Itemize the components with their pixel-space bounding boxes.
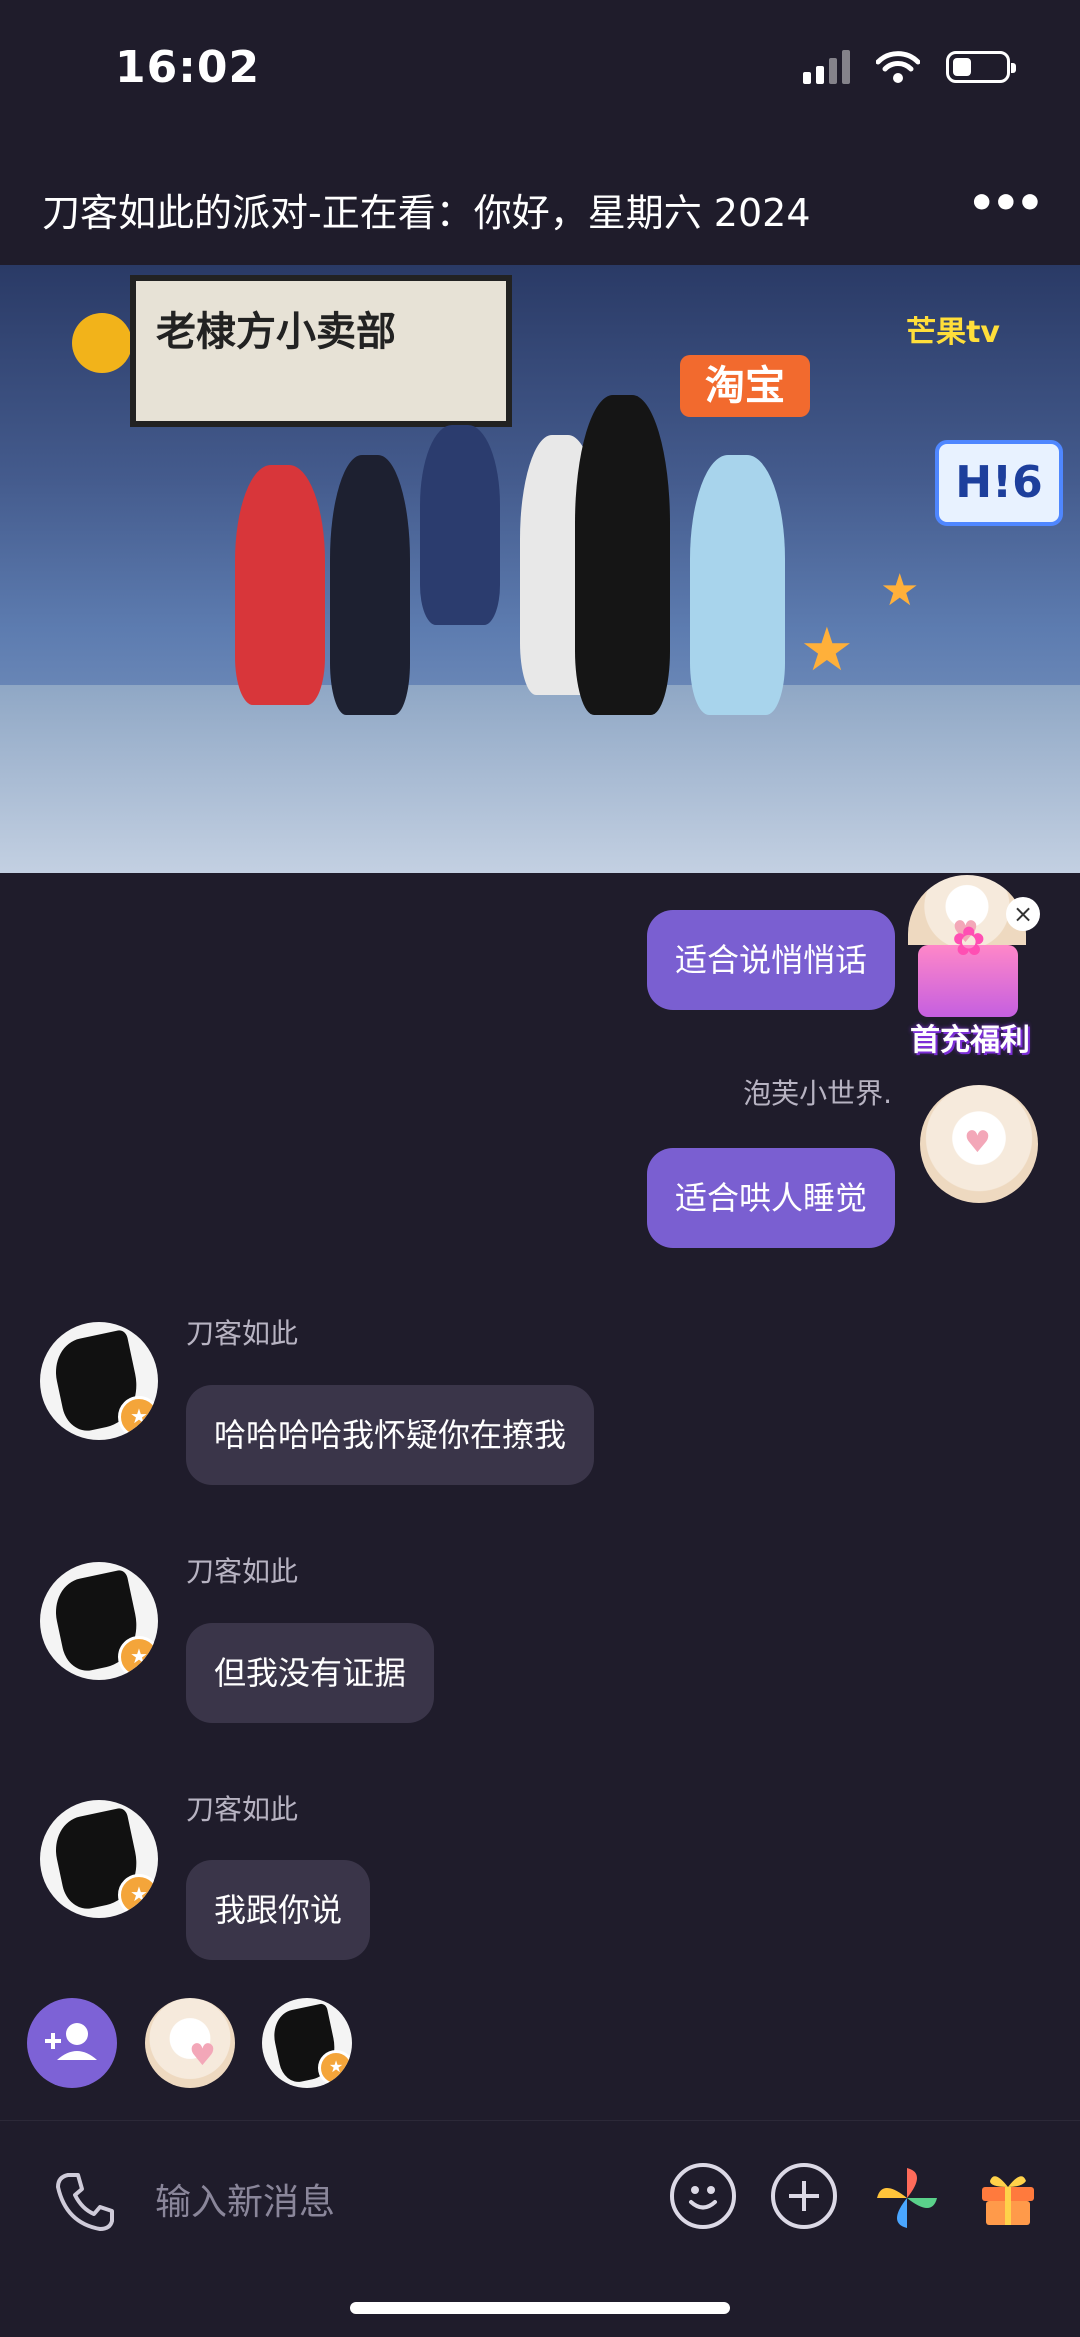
avatar[interactable] [920, 1085, 1038, 1203]
sender-name: 刀客如此 [186, 1317, 299, 1350]
message-bubble-incoming[interactable]: 哈哈哈哈我怀疑你在撩我 [186, 1385, 595, 1485]
avatar[interactable]: ★ [40, 1322, 158, 1440]
cellular-signal-icon [803, 50, 850, 84]
first-recharge-promo[interactable]: ✿ 首充福利 × [900, 875, 1040, 1065]
ad-badge: 淘宝 [680, 355, 810, 417]
message-bubble-incoming[interactable]: 我跟你说 [186, 1860, 371, 1960]
video-player[interactable]: 老棣方小卖部 淘宝 芒果tv H!6 ★ ★ [0, 265, 1080, 873]
shop-sign-text: 老棣方小卖部 [156, 308, 396, 355]
more-options-button[interactable]: ••• [968, 178, 1044, 229]
message-input-bar: 输入新消息 [0, 2120, 1080, 2281]
promo-label: 首充福利 [910, 1023, 1030, 1058]
star-badge-icon: ★ [118, 1636, 158, 1678]
star-badge-icon: ★ [118, 1874, 158, 1916]
party-members-row: ★ [0, 1990, 1080, 2100]
close-promo-button[interactable]: × [1006, 897, 1040, 931]
star-decoration-icon: ★ [880, 565, 920, 616]
member-avatar[interactable] [145, 1998, 235, 2088]
message-bubble-outgoing[interactable]: 适合说悄悄话 [646, 910, 895, 1010]
member-avatar[interactable]: ★ [262, 1998, 352, 2088]
title-bar: 刀客如此的派对-正在看：你好，星期六 2024 ••• [0, 160, 1080, 250]
dancer-figure [235, 465, 325, 705]
sender-name: 刀客如此 [186, 1555, 299, 1588]
message-bubble-incoming[interactable]: 但我没有证据 [186, 1623, 435, 1723]
mango-tv-logo: 芒果tv [906, 315, 1000, 350]
gift-icon[interactable] [976, 2165, 1040, 2229]
home-indicator[interactable] [350, 2302, 730, 2314]
emoji-icon[interactable] [670, 2163, 736, 2229]
avatar[interactable]: ★ [40, 1800, 158, 1918]
stage-floor [0, 685, 1080, 873]
star-decoration-icon: ★ [800, 615, 854, 685]
status-bar: 16:02 [0, 0, 1080, 140]
sender-name: 刀客如此 [186, 1793, 299, 1826]
pinwheel-icon[interactable] [872, 2163, 942, 2233]
star-badge-icon: ★ [318, 2050, 352, 2086]
shop-sign: 老棣方小卖部 [130, 275, 512, 427]
wifi-icon [876, 51, 920, 83]
add-icon[interactable] [771, 2163, 837, 2229]
show-logo: H!6 [935, 440, 1063, 526]
add-member-button[interactable] [27, 1998, 117, 2088]
channel-logo-icon [72, 313, 132, 373]
message-input[interactable]: 输入新消息 [155, 2173, 335, 2225]
status-time: 16:02 [115, 42, 261, 93]
party-title: 刀客如此的派对-正在看：你好，星期六 2024 [42, 191, 811, 235]
sender-name: 泡芙小世界. [743, 1077, 892, 1110]
dancer-figure [420, 425, 500, 625]
add-user-icon [45, 2023, 97, 2060]
gift-bow-icon: ✿ [952, 919, 986, 965]
message-bubble-outgoing[interactable]: 适合哄人睡觉 [646, 1148, 895, 1248]
avatar[interactable]: ★ [40, 1562, 158, 1680]
phone-icon[interactable] [52, 2169, 118, 2235]
dancer-figure [690, 455, 785, 715]
star-badge-icon: ★ [118, 1396, 158, 1438]
dancer-figure [575, 395, 670, 715]
dancer-figure [330, 455, 410, 715]
battery-icon [946, 51, 1016, 83]
